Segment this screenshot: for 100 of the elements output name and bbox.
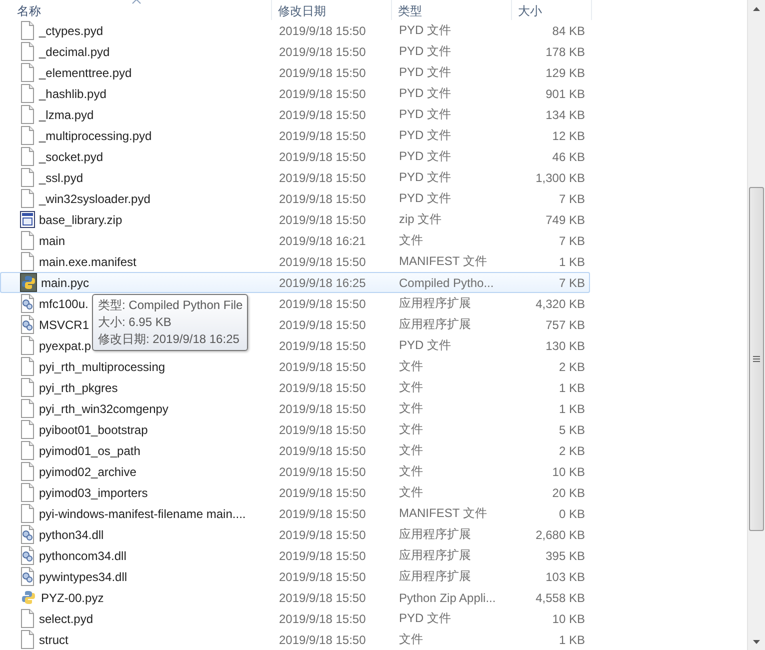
file-name: _ssl.pyd	[39, 170, 84, 184]
file-icon	[20, 168, 35, 187]
scroll-up-icon[interactable]	[753, 6, 760, 10]
file-size: 7 KB	[558, 276, 585, 290]
modified-date: 2019/9/18 15:50	[278, 44, 367, 58]
file-type: 文件	[398, 232, 424, 249]
file-size: 5 KB	[558, 422, 585, 436]
tooltip-line: 大小: 6.95 KB	[98, 314, 172, 331]
file-type: zip 文件	[398, 211, 443, 228]
file-icon	[20, 483, 35, 502]
modified-date: 2019/9/18 15:50	[278, 338, 367, 352]
file-name: pywintypes34.dll	[39, 570, 128, 584]
file-name: pyimod02_archive	[39, 464, 136, 478]
modified-date: 2019/9/18 15:50	[278, 590, 367, 604]
file-icon	[20, 336, 35, 355]
modified-date: 2019/9/18 15:50	[278, 570, 367, 584]
file-name: pyi_rth_win32comgenpy	[39, 402, 168, 416]
file-size: 1 KB	[558, 380, 585, 394]
file-name: pyiboot01_bootstrap	[39, 422, 148, 436]
column-header[interactable]: 类型	[392, 0, 512, 20]
scroll-down-icon[interactable]	[753, 640, 760, 644]
file-icon	[20, 105, 35, 124]
file-size: 103 KB	[544, 570, 585, 584]
file-name: pyi_rth_pkgres	[39, 380, 118, 394]
file-icon	[20, 147, 35, 166]
file-type: MANIFEST 文件	[398, 505, 488, 522]
modified-date: 2019/9/18 15:50	[278, 422, 367, 436]
file-row[interactable]: main.pyc 2019/9/18 16:25 Compiled Pytho... 7 KB	[0, 272, 590, 293]
modified-date: 2019/9/18 15:50	[278, 128, 367, 142]
file-icon	[20, 126, 35, 145]
file-name: struct	[39, 632, 68, 646]
file-name: pyi-windows-manifest-filename main....	[39, 506, 246, 520]
modified-date: 2019/9/18 15:50	[278, 254, 367, 268]
modified-date: 2019/9/18 15:50	[278, 318, 367, 332]
file-name: pyimod01_os_path	[39, 444, 140, 458]
file-size: 1 KB	[558, 402, 585, 416]
file-size: 10 KB	[551, 612, 585, 626]
file-type: PYD 文件	[398, 127, 452, 144]
column-header[interactable]: 名称	[0, 0, 272, 20]
modified-date: 2019/9/18 16:25	[278, 276, 367, 290]
file-icon	[20, 189, 35, 208]
python-icon	[20, 273, 37, 292]
file-size: 129 KB	[544, 66, 585, 80]
file-type: 文件	[398, 484, 424, 501]
modified-date: 2019/9/18 15:50	[278, 464, 367, 478]
file-name: pyexpat.p	[39, 338, 92, 352]
file-icon	[20, 252, 35, 271]
modified-date: 2019/9/18 15:50	[278, 66, 367, 80]
file-size: 12 KB	[551, 128, 585, 142]
file-name: _hashlib.pyd	[39, 86, 106, 100]
file-name: _decimal.pyd	[39, 44, 110, 58]
modified-date: 2019/9/18 15:50	[278, 548, 367, 562]
file-name: main	[39, 234, 66, 248]
file-icon	[20, 609, 35, 628]
file-size: 134 KB	[544, 108, 585, 122]
file-size: 749 KB	[544, 212, 585, 226]
grip-icon	[753, 356, 760, 362]
file-size: 2 KB	[558, 360, 585, 374]
modified-date: 2019/9/18 15:50	[278, 86, 367, 100]
modified-date: 2019/9/18 15:50	[278, 212, 367, 226]
file-size: 178 KB	[544, 44, 585, 58]
file-type: 文件	[398, 358, 424, 375]
file-type: Compiled Pytho...	[398, 276, 495, 290]
file-size: 20 KB	[551, 486, 585, 500]
file-name: MSVCR1	[39, 318, 90, 332]
file-size: 84 KB	[551, 24, 585, 38]
file-size: 46 KB	[551, 150, 585, 164]
file-size: 1,300 KB	[534, 170, 585, 184]
file-name: python34.dll	[39, 528, 104, 542]
file-size: 1 KB	[558, 254, 585, 268]
file-name: _elementtree.pyd	[39, 66, 132, 80]
file-size: 4,558 KB	[534, 590, 585, 604]
file-name: _lzma.pyd	[39, 108, 94, 122]
file-type: 文件	[398, 400, 424, 417]
file-size: 4,320 KB	[534, 296, 585, 310]
file-name: _ctypes.pyd	[39, 24, 104, 38]
modified-date: 2019/9/18 15:50	[278, 506, 367, 520]
python-icon	[20, 588, 37, 607]
file-name: _multiprocessing.pyd	[39, 128, 152, 142]
modified-date: 2019/9/18 15:50	[278, 632, 367, 646]
file-name: pythoncom34.dll	[39, 548, 126, 562]
file-type: PYD 文件	[398, 610, 452, 627]
file-type: 应用程序扩展	[398, 295, 472, 312]
scrollbar[interactable]	[747, 0, 765, 650]
file-type: 应用程序扩展	[398, 526, 472, 543]
file-icon	[20, 399, 35, 418]
scroll-thumb[interactable]	[749, 187, 764, 531]
file-name: main.exe.manifest	[39, 254, 136, 268]
modified-date: 2019/9/18 15:50	[278, 444, 367, 458]
modified-date: 2019/9/18 15:50	[278, 296, 367, 310]
column-header[interactable]: 大小	[512, 0, 592, 20]
file-name: mfc100u.	[39, 296, 88, 310]
file-icon	[20, 42, 35, 61]
file-size: 2 KB	[558, 444, 585, 458]
file-name: base_library.zip	[39, 212, 122, 226]
modified-date: 2019/9/18 15:50	[278, 486, 367, 500]
file-name: pyi_rth_multiprocessing	[39, 360, 166, 374]
file-type: PYD 文件	[398, 148, 452, 165]
column-header[interactable]: 修改日期	[272, 0, 392, 20]
file-name: PYZ-00.pyz	[41, 590, 104, 604]
